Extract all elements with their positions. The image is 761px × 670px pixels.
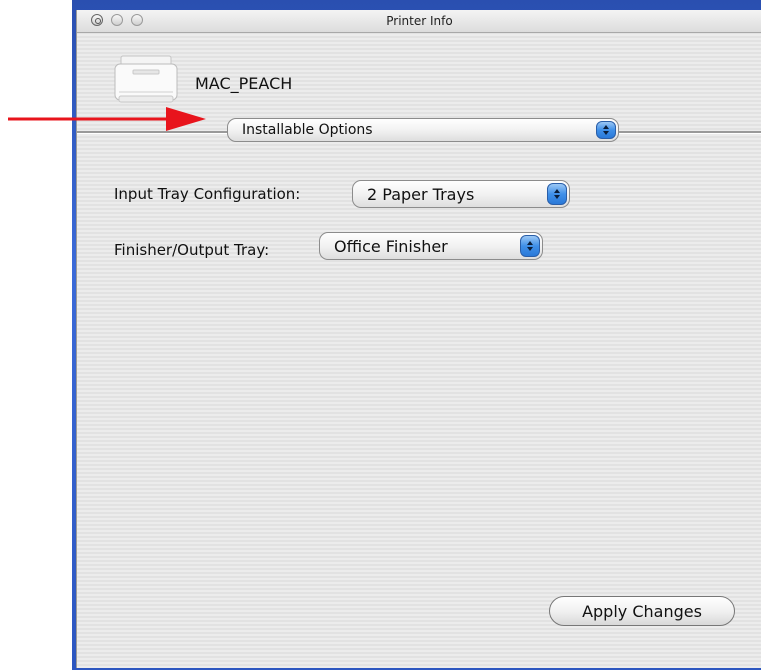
- section-popup-value: Installable Options: [242, 122, 373, 138]
- apply-changes-button[interactable]: Apply Changes: [549, 596, 735, 626]
- finisher-output-value: Office Finisher: [334, 236, 448, 256]
- section-popup-stepper-icon: [596, 121, 616, 139]
- finisher-output-stepper-icon: [520, 235, 540, 257]
- input-tray-value: 2 Paper Trays: [367, 184, 475, 204]
- title-bar[interactable]: Printer Info: [77, 10, 761, 33]
- printer-name: MAC_PEACH: [195, 74, 293, 93]
- input-tray-label: Input Tray Configuration:: [114, 185, 301, 203]
- finisher-output-label: Finisher/Output Tray:: [114, 241, 270, 259]
- finisher-output-popup[interactable]: Office Finisher: [319, 232, 543, 260]
- input-tray-popup[interactable]: 2 Paper Trays: [352, 180, 570, 208]
- red-arrow-icon: [8, 107, 206, 131]
- input-tray-stepper-icon: [547, 183, 567, 205]
- section-popup[interactable]: Installable Options: [227, 118, 619, 142]
- separator-right: [619, 131, 761, 134]
- window-title: Printer Info: [386, 14, 453, 28]
- printer-icon: [114, 55, 178, 103]
